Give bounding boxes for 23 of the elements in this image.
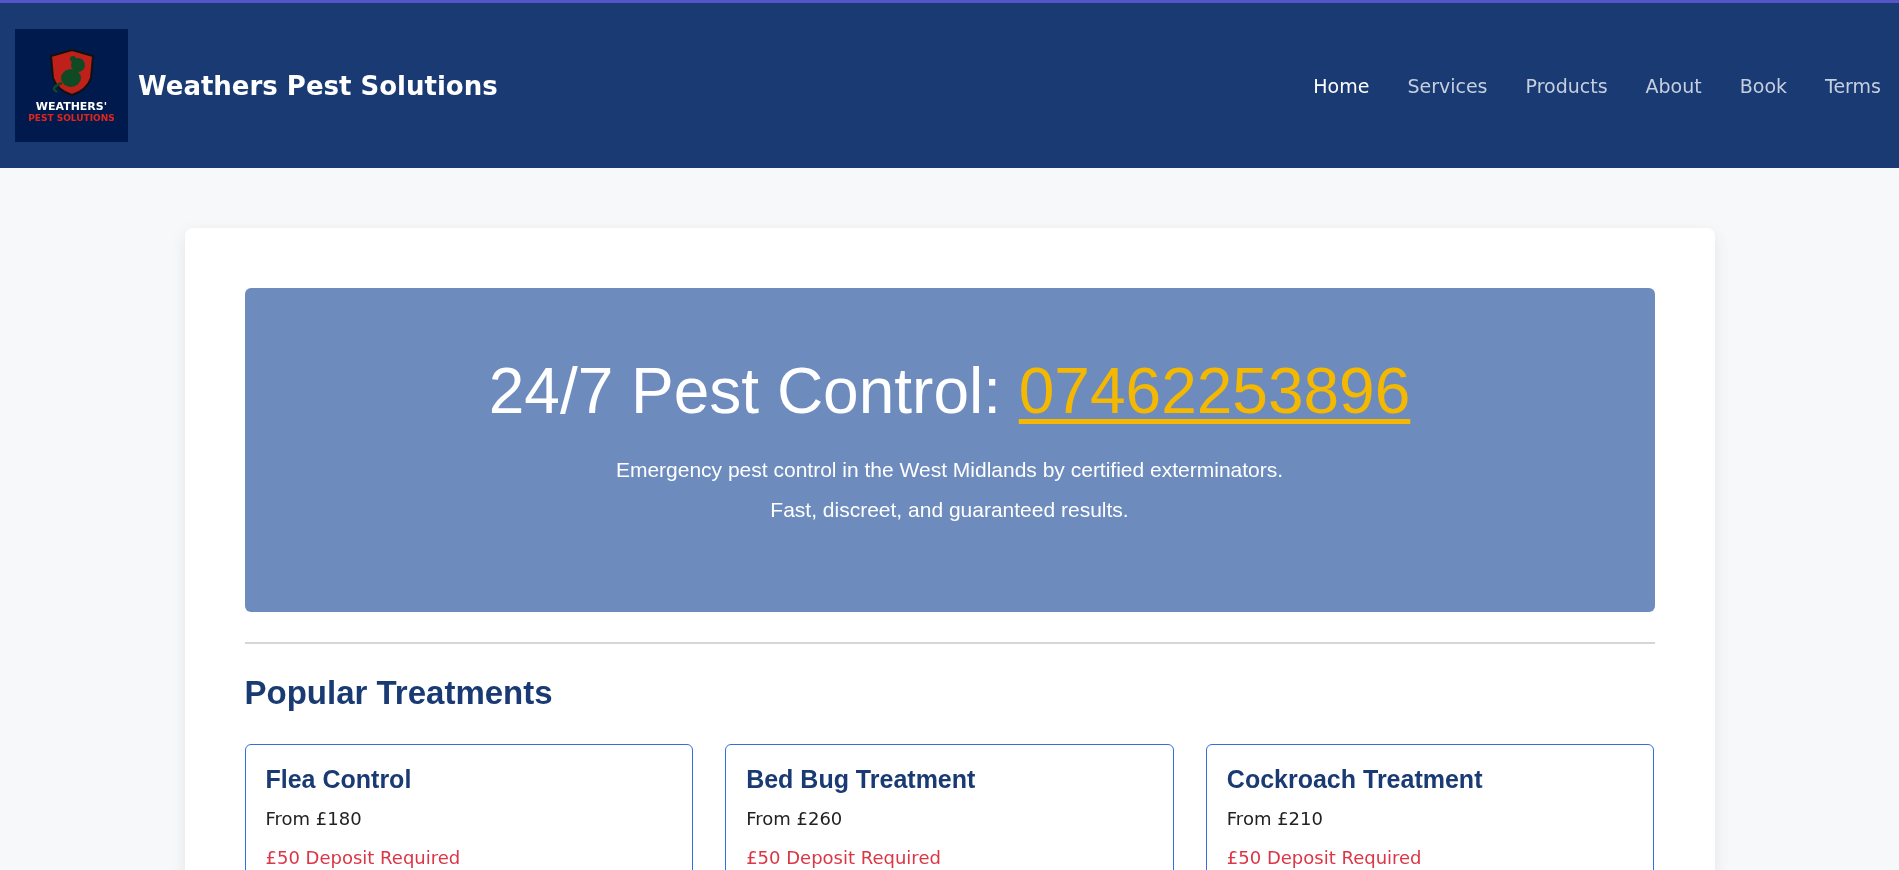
nav-link[interactable]: About [1645,74,1702,97]
nav-link[interactable]: Services [1407,74,1488,97]
deposit-text: £50 Deposit Required [1226,847,1423,868]
price-text: From £260 [746,808,844,829]
brand-name[interactable]: Weathers Pest Solutions [138,70,498,101]
nav-link[interactable]: Products [1525,74,1608,97]
logo[interactable]: WEATHERS' PEST SOLUTIONS [15,29,128,142]
deposit-text: £50 Deposit Required [265,847,462,868]
nav-link[interactable]: Home [1313,74,1370,97]
hero-text: Emergency pest control in the West Midlands by certified exterminators. [614,457,1285,483]
hero-title: 24/7 Pest Control: [488,355,1001,427]
logo-tagline: PEST SOLUTIONS [28,113,115,123]
nav-link[interactable]: Book [1739,74,1788,97]
deposit-text: £50 Deposit Required [746,847,942,868]
treatment-name: Cockroach Treatment [1226,765,1484,794]
price-text: From £180 [265,808,363,829]
section-heading: Popular Treatments [244,674,554,712]
treatment-name: Bed Bug Treatment [746,765,977,794]
hero-text: Fast, discreet, and guaranteed results. [769,497,1130,523]
nav-link[interactable]: Terms [1825,74,1881,97]
logo-text: WEATHERS' [35,100,108,113]
price-text: From £210 [1226,808,1324,829]
treatment-name: Flea Control [265,765,413,794]
